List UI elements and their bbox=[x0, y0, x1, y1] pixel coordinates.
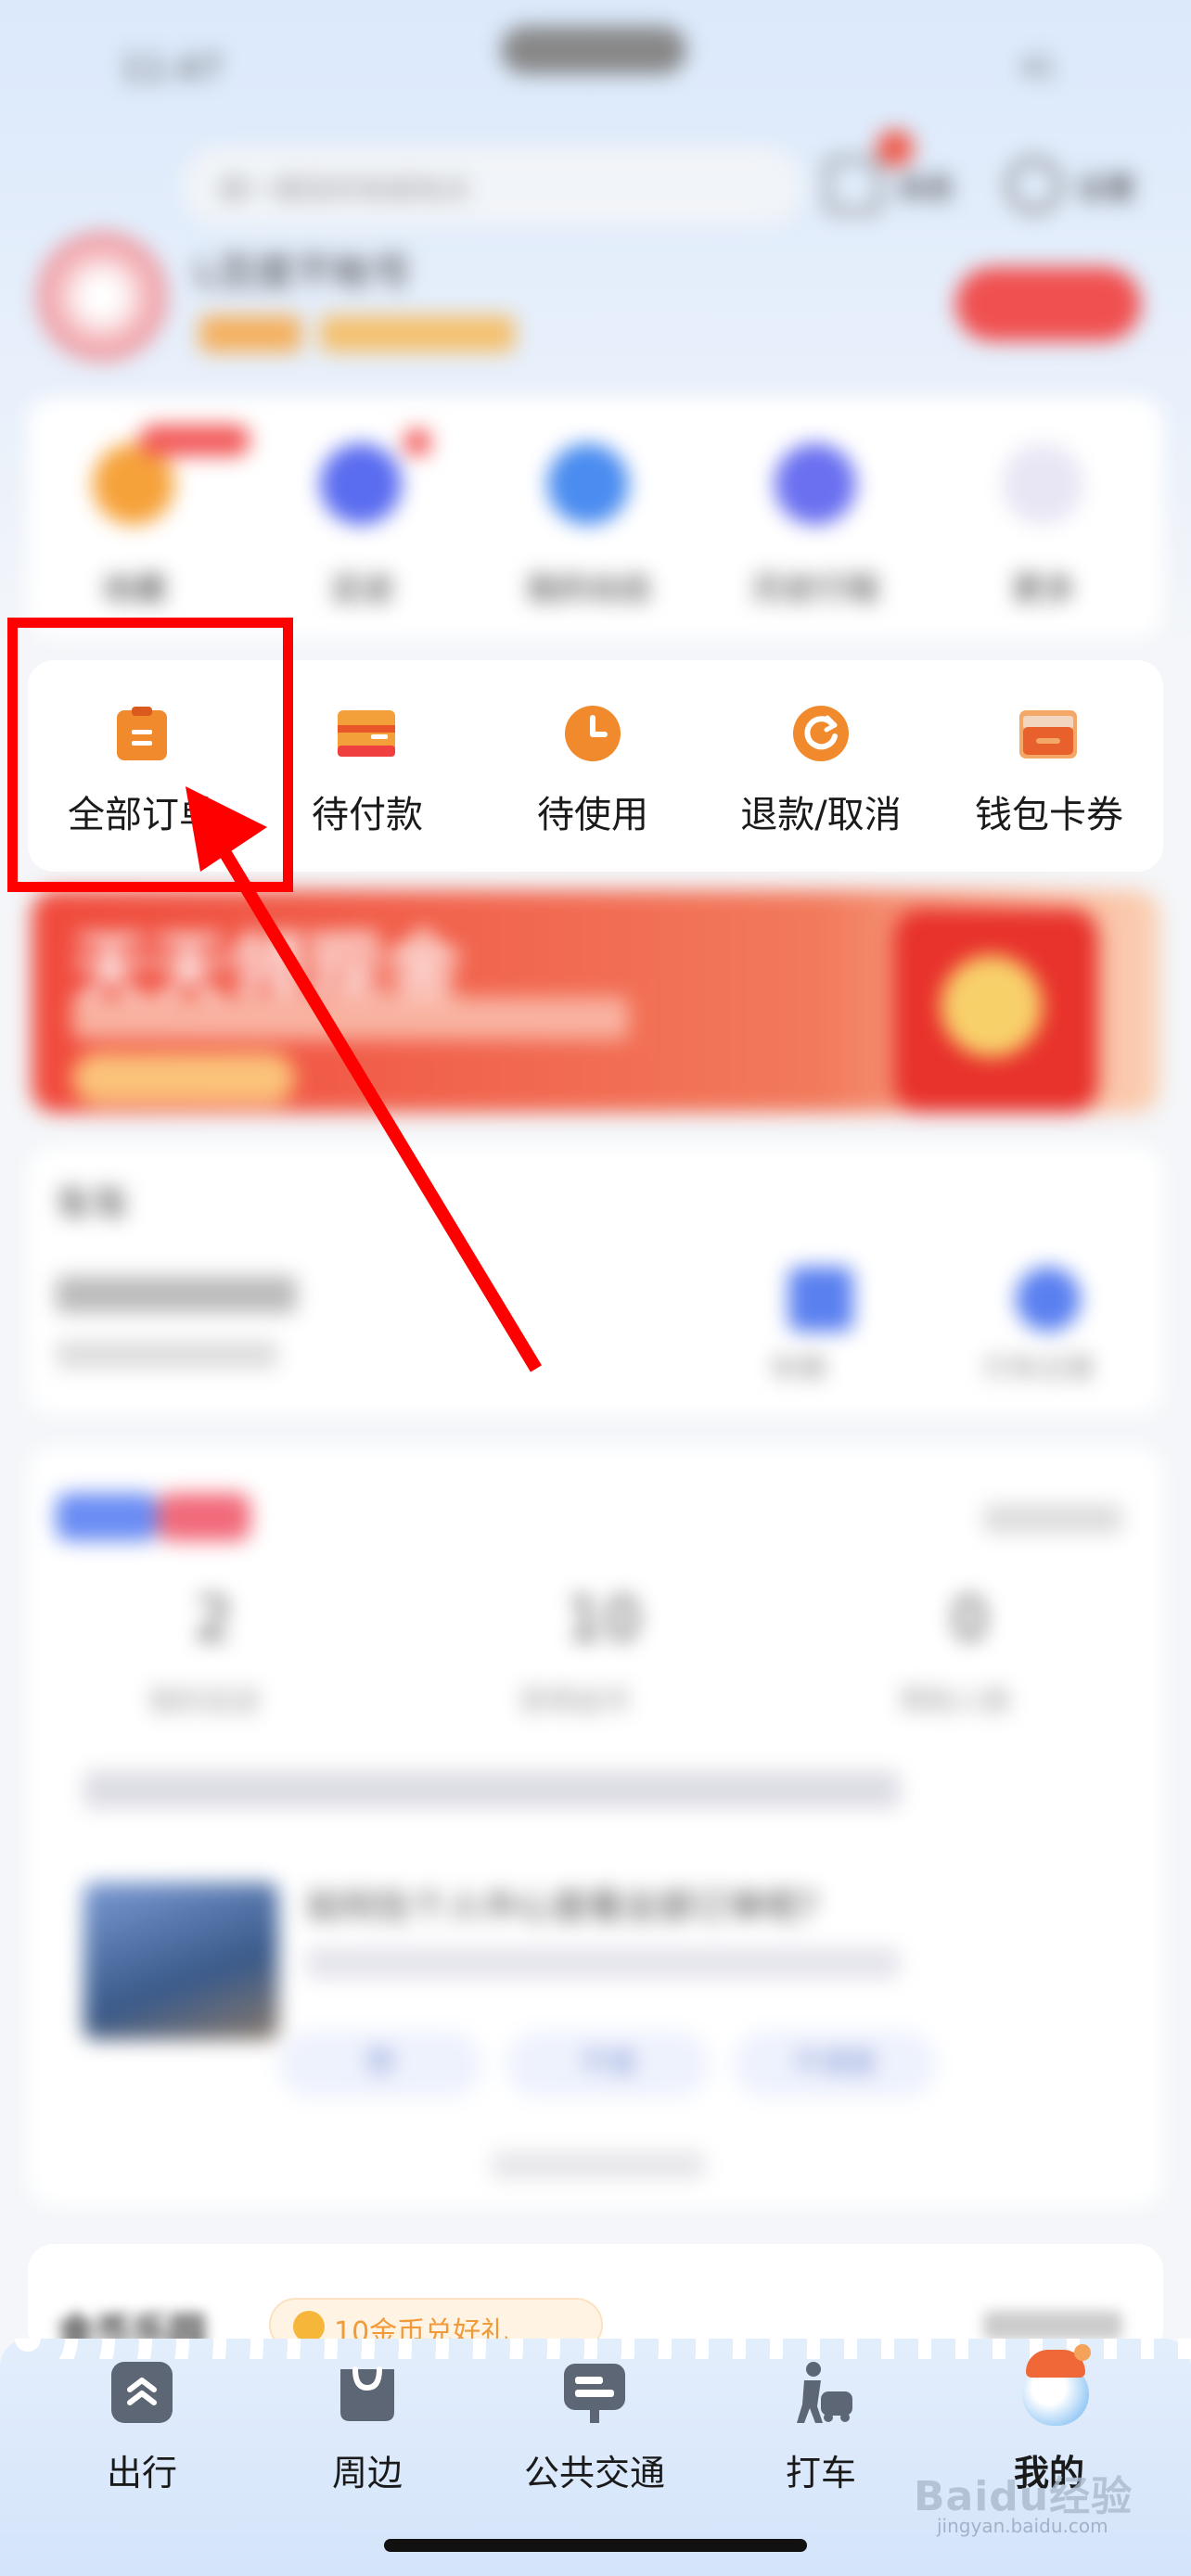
app-screen: 11:47 41 搜一搜目的地或地点 消息 设置 L百度不帐号 收藏 足迹 我的… bbox=[0, 0, 1191, 2576]
red-arrow bbox=[186, 786, 542, 1372]
